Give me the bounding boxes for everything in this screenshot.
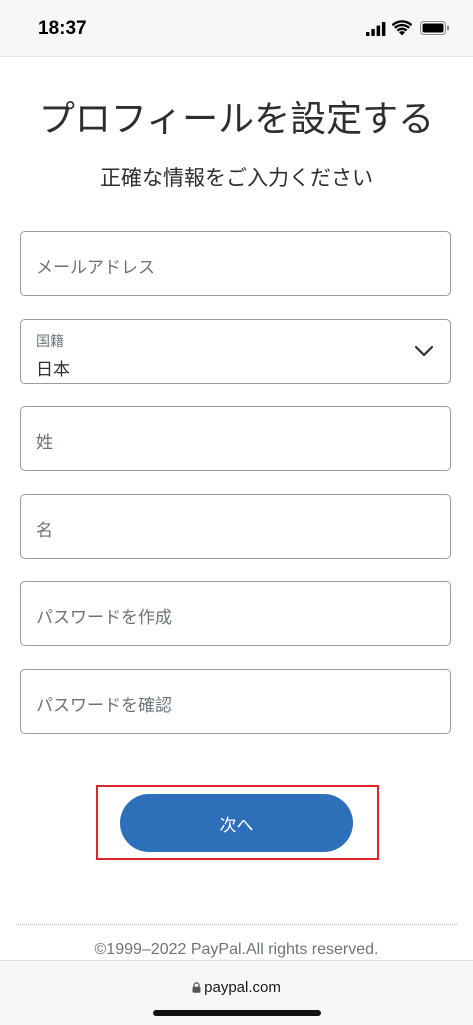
copyright-text: ©1999–2022 PayPal.All rights reserved.	[94, 941, 379, 958]
battery-icon	[420, 21, 449, 35]
email-field[interactable]: メールアドレス	[20, 231, 451, 296]
create-password-placeholder: パスワードを作成	[36, 608, 172, 628]
first-name-placeholder: 名	[36, 521, 53, 541]
page-title: プロフィールを設定する	[38, 99, 435, 140]
last-name-field[interactable]: 姓	[20, 406, 451, 471]
wifi-icon	[392, 20, 412, 36]
next-button[interactable]: 次へ	[120, 794, 353, 852]
status-bar: 18:37	[0, 0, 473, 57]
create-password-field[interactable]: パスワードを作成	[20, 581, 451, 646]
footer-divider	[16, 924, 457, 925]
confirm-password-placeholder: パスワードを確認	[36, 696, 172, 716]
browser-address-bar: paypal.com	[0, 960, 473, 1025]
confirm-password-field[interactable]: パスワードを確認	[20, 669, 451, 734]
last-name-placeholder: 姓	[36, 433, 53, 453]
url-display[interactable]: paypal.com	[0, 977, 473, 996]
home-indicator	[153, 1010, 321, 1016]
email-placeholder: メールアドレス	[36, 258, 155, 278]
nationality-label: 国籍	[36, 334, 64, 350]
lock-icon	[192, 982, 201, 993]
nationality-select[interactable]: 国籍 日本	[20, 319, 451, 384]
url-text: paypal.com	[204, 979, 281, 996]
page-subtitle: 正確な情報をご入力ください	[100, 166, 373, 190]
status-time: 18:37	[38, 18, 87, 39]
nationality-value: 日本	[36, 360, 70, 380]
chevron-down-icon	[414, 345, 434, 357]
cellular-signal-icon	[366, 22, 386, 36]
first-name-field[interactable]: 名	[20, 494, 451, 559]
